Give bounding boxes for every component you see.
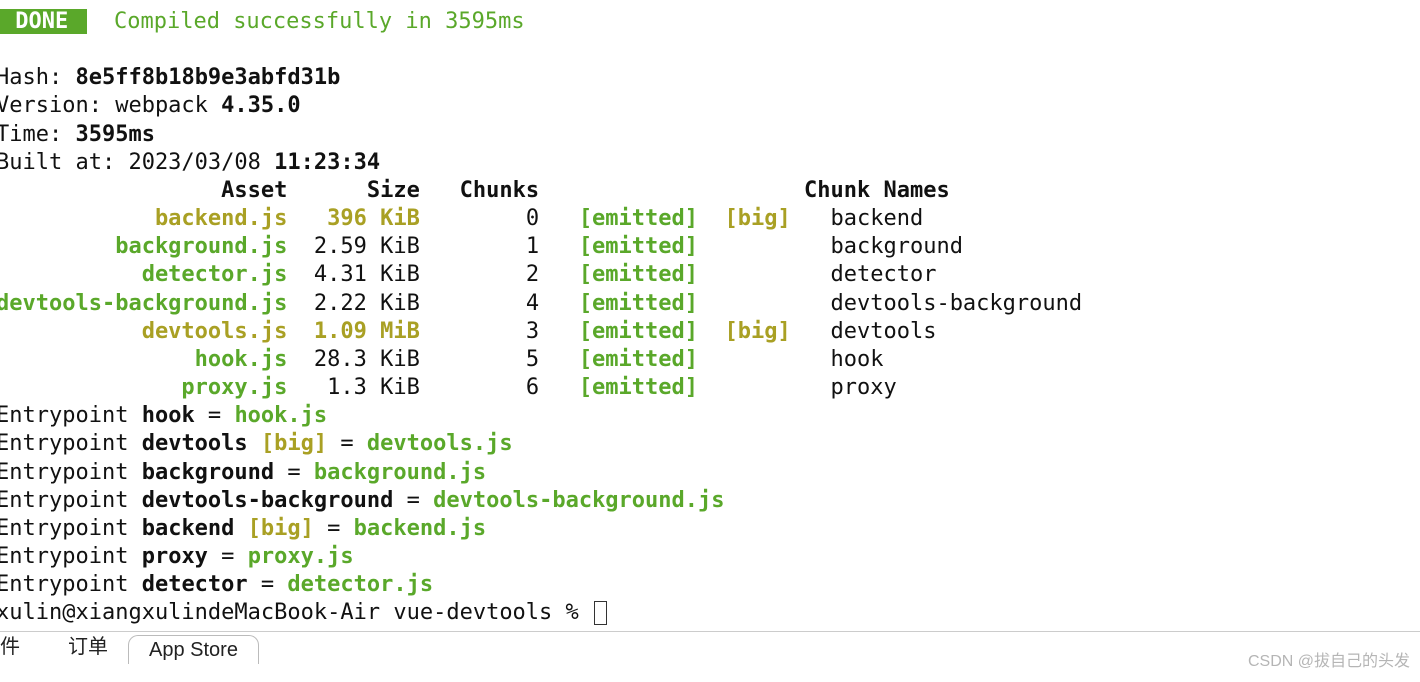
entrypoint-line: Entrypoint devtools [big] = devtools.js xyxy=(0,430,1420,458)
table-row: backend.js 396 KiB 0 [emitted] [big] bac… xyxy=(0,205,1420,233)
bottom-bar: 件 订单 App Store xyxy=(0,631,1420,662)
entrypoint-line: Entrypoint background = background.js xyxy=(0,459,1420,487)
table-row: detector.js 4.31 KiB 2 [emitted] detecto… xyxy=(0,261,1420,289)
hash-line: Hash: 8e5ff8b18b9e3abfd31b xyxy=(0,64,1420,92)
table-header: Asset Size Chunks Chunk Names xyxy=(0,177,1420,205)
status-line: DONE Compiled successfully in 3595ms xyxy=(0,8,1420,36)
table-row: hook.js 28.3 KiB 5 [emitted] hook xyxy=(0,346,1420,374)
time-line: Time: 3595ms xyxy=(0,121,1420,149)
entrypoint-line: Entrypoint detector = detector.js xyxy=(0,571,1420,599)
built-at-line: Built at: 2023/03/08 11:23:34 xyxy=(0,149,1420,177)
entrypoints: Entrypoint hook = hook.jsEntrypoint devt… xyxy=(0,402,1420,599)
entrypoint-line: Entrypoint devtools-background = devtool… xyxy=(0,487,1420,515)
watermark: CSDN @拔自己的头发 xyxy=(1248,652,1410,672)
version-line: Version: webpack 4.35.0 xyxy=(0,92,1420,120)
tab-app-store[interactable]: App Store xyxy=(128,635,259,664)
bottom-fragment-2: 订单 xyxy=(68,635,108,661)
compile-message: Compiled successfully in 3595ms xyxy=(114,9,525,34)
table-row: devtools.js 1.09 MiB 3 [emitted] [big] d… xyxy=(0,318,1420,346)
asset-table: backend.js 396 KiB 0 [emitted] [big] bac… xyxy=(0,205,1420,402)
cursor xyxy=(594,601,607,625)
prompt-line[interactable]: xulin@xiangxulindeMacBook-Air vue-devtoo… xyxy=(0,599,1420,627)
done-badge: DONE xyxy=(0,9,87,34)
terminal-output: DONE Compiled successfully in 3595ms Has… xyxy=(0,0,1420,627)
entrypoint-line: Entrypoint backend [big] = backend.js xyxy=(0,515,1420,543)
entrypoint-line: Entrypoint proxy = proxy.js xyxy=(0,543,1420,571)
table-row: devtools-background.js 2.22 KiB 4 [emitt… xyxy=(0,290,1420,318)
table-row: background.js 2.59 KiB 1 [emitted] backg… xyxy=(0,233,1420,261)
bottom-fragment-1: 件 xyxy=(0,635,28,661)
entrypoint-line: Entrypoint hook = hook.js xyxy=(0,402,1420,430)
table-row: proxy.js 1.3 KiB 6 [emitted] proxy xyxy=(0,374,1420,402)
